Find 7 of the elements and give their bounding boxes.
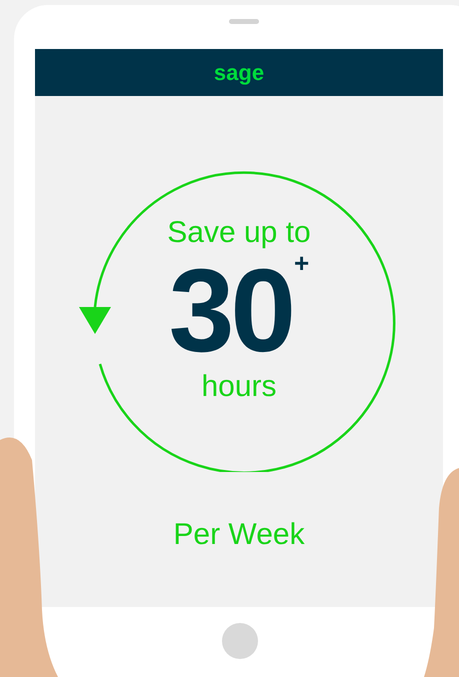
headline: Save up to xyxy=(167,218,311,248)
plus-sign: + xyxy=(294,250,310,276)
speaker-slot xyxy=(229,19,259,24)
period-label: Per Week xyxy=(173,520,305,550)
logo: sage xyxy=(214,62,264,84)
unit-label: hours xyxy=(201,372,277,402)
hours-number: 30 xyxy=(168,252,292,370)
